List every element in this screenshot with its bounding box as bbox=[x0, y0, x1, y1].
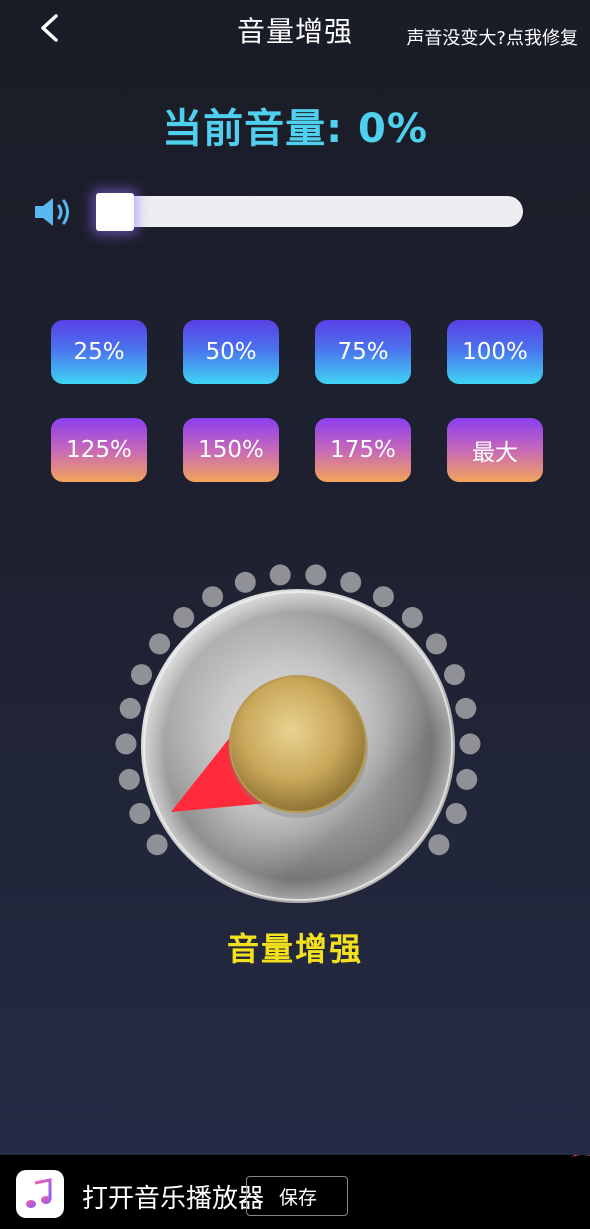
level-dot bbox=[444, 664, 465, 686]
level-dot bbox=[372, 586, 394, 608]
volume-slider-track[interactable] bbox=[96, 196, 523, 227]
level-dot bbox=[305, 564, 327, 586]
level-dot bbox=[173, 607, 195, 628]
current-volume-label: 当前音量: 0% bbox=[162, 106, 428, 152]
boost-knob[interactable] bbox=[112, 560, 484, 932]
save-button[interactable]: 保存 bbox=[246, 1176, 348, 1216]
level-dot bbox=[459, 733, 481, 755]
level-dot bbox=[428, 834, 450, 856]
preset-25-button[interactable]: 25% bbox=[51, 320, 147, 384]
level-dot bbox=[340, 571, 362, 593]
level-dot bbox=[425, 633, 447, 655]
level-dot bbox=[119, 697, 141, 719]
ad-corner-decoration bbox=[558, 1155, 590, 1219]
music-app-icon[interactable] bbox=[16, 1170, 64, 1218]
level-dot bbox=[202, 586, 224, 608]
level-dot bbox=[401, 607, 423, 628]
level-dot bbox=[455, 697, 477, 719]
level-dot bbox=[149, 633, 171, 655]
speaker-icon bbox=[35, 198, 69, 226]
level-dot bbox=[146, 834, 168, 856]
preset-75-button[interactable]: 75% bbox=[315, 320, 411, 384]
level-dot bbox=[129, 803, 151, 824]
preset-175-button[interactable]: 175% bbox=[315, 418, 411, 482]
level-dot bbox=[456, 768, 478, 790]
preset-50-button[interactable]: 50% bbox=[183, 320, 279, 384]
level-dot bbox=[131, 664, 152, 686]
boost-label: 音量增强 bbox=[226, 930, 363, 968]
preset-max-button[interactable]: 最大 bbox=[447, 418, 543, 482]
level-dot bbox=[445, 803, 467, 824]
volume-slider-thumb[interactable] bbox=[96, 193, 134, 231]
fix-help-link[interactable]: 声音没变大?点我修复 bbox=[406, 24, 578, 50]
ad-text: 打开音乐播放器 bbox=[82, 1184, 265, 1214]
level-dot bbox=[234, 571, 256, 593]
preset-100-button[interactable]: 100% bbox=[447, 320, 543, 384]
preset-150-button[interactable]: 150% bbox=[183, 418, 279, 482]
level-dot bbox=[269, 564, 291, 586]
level-dot bbox=[118, 768, 140, 790]
level-dot bbox=[115, 733, 137, 755]
preset-125-button[interactable]: 125% bbox=[51, 418, 147, 482]
top-bar: 音量增强 声音没变大?点我修复 bbox=[0, 0, 590, 60]
